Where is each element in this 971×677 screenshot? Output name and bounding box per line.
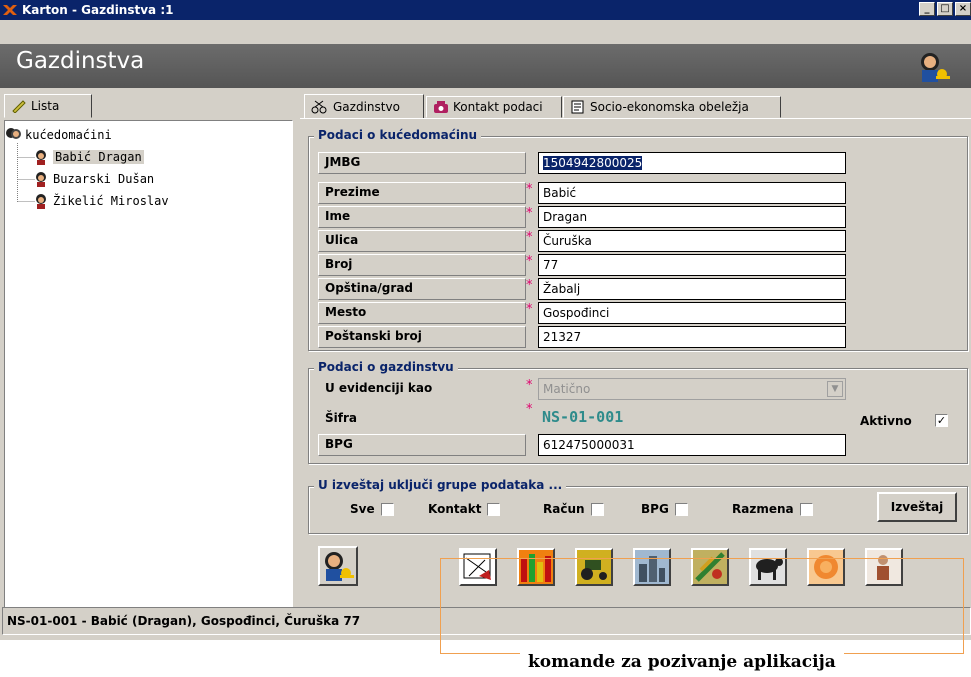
tree-item-label: Žikelić Miroslav <box>53 194 169 208</box>
annotation-bracket <box>440 558 964 654</box>
title-bar[interactable]: Karton - Gazdinstva :1 _ □ × <box>0 0 971 20</box>
field-label-sifra: Šifra <box>318 408 526 430</box>
ulica-field[interactable]: Čuruška <box>538 230 846 252</box>
report-checkbox[interactable] <box>590 502 604 516</box>
field-label-ulica: Ulica <box>318 230 526 252</box>
header-spacer <box>0 20 971 44</box>
opstina-field[interactable]: Žabalj <box>538 278 846 300</box>
report-option-label: Račun <box>543 502 585 516</box>
tab-lista-label: Lista <box>31 99 60 113</box>
field-label-ime: Ime <box>318 206 526 228</box>
report-option-label: Sve <box>350 502 375 516</box>
field-label-prezime: Prezime <box>318 182 526 204</box>
report-button[interactable]: Izveštaj <box>877 492 957 522</box>
report-option-label: BPG <box>641 502 669 516</box>
field-label-postanski: Poštanski broj <box>318 326 526 348</box>
app-logo-icon <box>3 5 17 15</box>
report-group <box>308 486 968 534</box>
sifra-value: NS-01-001 <box>542 408 624 426</box>
report-option[interactable]: Razmena <box>732 502 813 516</box>
report-option[interactable]: Sve <box>350 502 394 516</box>
pencil-icon <box>12 100 26 113</box>
tree-item[interactable]: Babić Dragan <box>33 149 144 165</box>
evidencija-select[interactable]: Matično ▼ <box>538 378 846 400</box>
tree-item[interactable]: Buzarski Dušan <box>33 171 154 187</box>
broj-field[interactable]: 77 <box>538 254 846 276</box>
household-group-label: Podaci o kućedomaćinu <box>314 128 482 142</box>
tab-lista[interactable]: Lista <box>4 94 92 118</box>
report-option-label: Kontakt <box>428 502 482 516</box>
tab-kontakt[interactable]: Kontakt podaci <box>426 96 562 118</box>
report-group-label: U izveštaj uključi grupe podataka ... <box>314 478 567 492</box>
report-option[interactable]: Kontakt <box>428 502 501 516</box>
close-button[interactable]: × <box>955 2 971 16</box>
maximize-button[interactable]: □ <box>937 2 953 16</box>
required-marker: * <box>526 182 533 197</box>
tree-item-label: Buzarski Dušan <box>53 172 155 186</box>
evidencija-value: Matično <box>543 382 591 396</box>
scissors-icon <box>311 100 327 113</box>
report-checkbox[interactable] <box>674 502 688 516</box>
mesto-field[interactable]: Gospođinci <box>538 302 846 324</box>
field-label-mesto: Mesto <box>318 302 526 324</box>
required-marker: * <box>526 230 533 245</box>
user-key-icon <box>325 552 354 581</box>
page-title: Gazdinstva <box>16 48 145 74</box>
phone-icon <box>434 101 448 113</box>
person-icon <box>36 172 46 187</box>
jmbg-value: 1504942800025 <box>543 156 643 170</box>
chevron-down-icon[interactable]: ▼ <box>827 381 843 397</box>
field-label-bpg: BPG <box>318 434 526 456</box>
minimize-button[interactable]: _ <box>919 2 935 16</box>
jmbg-field[interactable]: 1504942800025 <box>538 152 846 174</box>
person-icon <box>36 150 46 165</box>
field-label-broj: Broj <box>318 254 526 276</box>
tab-kontakt-label: Kontakt podaci <box>453 100 543 114</box>
report-option-label: Razmena <box>732 502 794 516</box>
report-checkbox[interactable] <box>380 502 394 516</box>
report-option[interactable]: Račun <box>543 502 604 516</box>
tree-root-label: kućedomaćini <box>25 128 112 142</box>
prezime-field[interactable]: Babić <box>538 182 846 204</box>
tab-socio-label: Socio-ekonomska obeležja <box>590 100 749 114</box>
aktivno-checkbox[interactable]: ✓ <box>935 414 948 427</box>
required-marker: * <box>526 206 533 221</box>
section-header <box>0 44 971 88</box>
required-marker: * <box>526 254 533 269</box>
field-label-opstina: Opština/grad <box>318 278 526 300</box>
tab-gazdinstvo[interactable]: Gazdinstvo <box>304 94 424 118</box>
tab-gazdinstvo-label: Gazdinstvo <box>333 99 400 114</box>
report-checkbox[interactable] <box>799 502 813 516</box>
aktivno-label: Aktivno <box>860 414 912 428</box>
required-marker: * <box>526 402 533 417</box>
postanski-field[interactable]: 21327 <box>538 326 846 348</box>
app-window: Karton - Gazdinstva :1 _ □ × Gazdinstva … <box>0 0 971 640</box>
window-title: Karton - Gazdinstva :1 <box>22 3 174 17</box>
annotation-label: komande za pozivanje aplikacija <box>520 652 844 672</box>
required-marker: * <box>526 302 533 317</box>
required-marker: * <box>526 278 533 293</box>
ime-field[interactable]: Dragan <box>538 206 846 228</box>
people-icon <box>6 128 21 139</box>
user-key-icon <box>921 53 950 82</box>
tree-item[interactable]: Žikelić Miroslav <box>33 193 169 209</box>
tab-socio[interactable]: Socio-ekonomska obeležja <box>563 96 781 118</box>
report-checkbox[interactable] <box>487 502 501 516</box>
user-key-button[interactable] <box>318 546 358 586</box>
document-icon <box>571 100 584 114</box>
farm-group-label: Podaci o gazdinstvu <box>314 360 458 374</box>
tree-item-label: Babić Dragan <box>53 150 144 164</box>
tab-divider <box>300 118 971 119</box>
field-label-jmbg: JMBG <box>318 152 526 174</box>
tree-view[interactable]: kućedomaćini Babić Dragan Buzarski Dušan… <box>4 120 293 635</box>
field-label-evidencija: U evidenciji kao <box>318 378 526 400</box>
person-icon <box>36 194 46 209</box>
report-option[interactable]: BPG <box>641 502 688 516</box>
bpg-field[interactable]: 612475000031 <box>538 434 846 456</box>
tree-root[interactable]: kućedomaćini <box>5 127 112 143</box>
required-marker: * <box>526 378 533 393</box>
